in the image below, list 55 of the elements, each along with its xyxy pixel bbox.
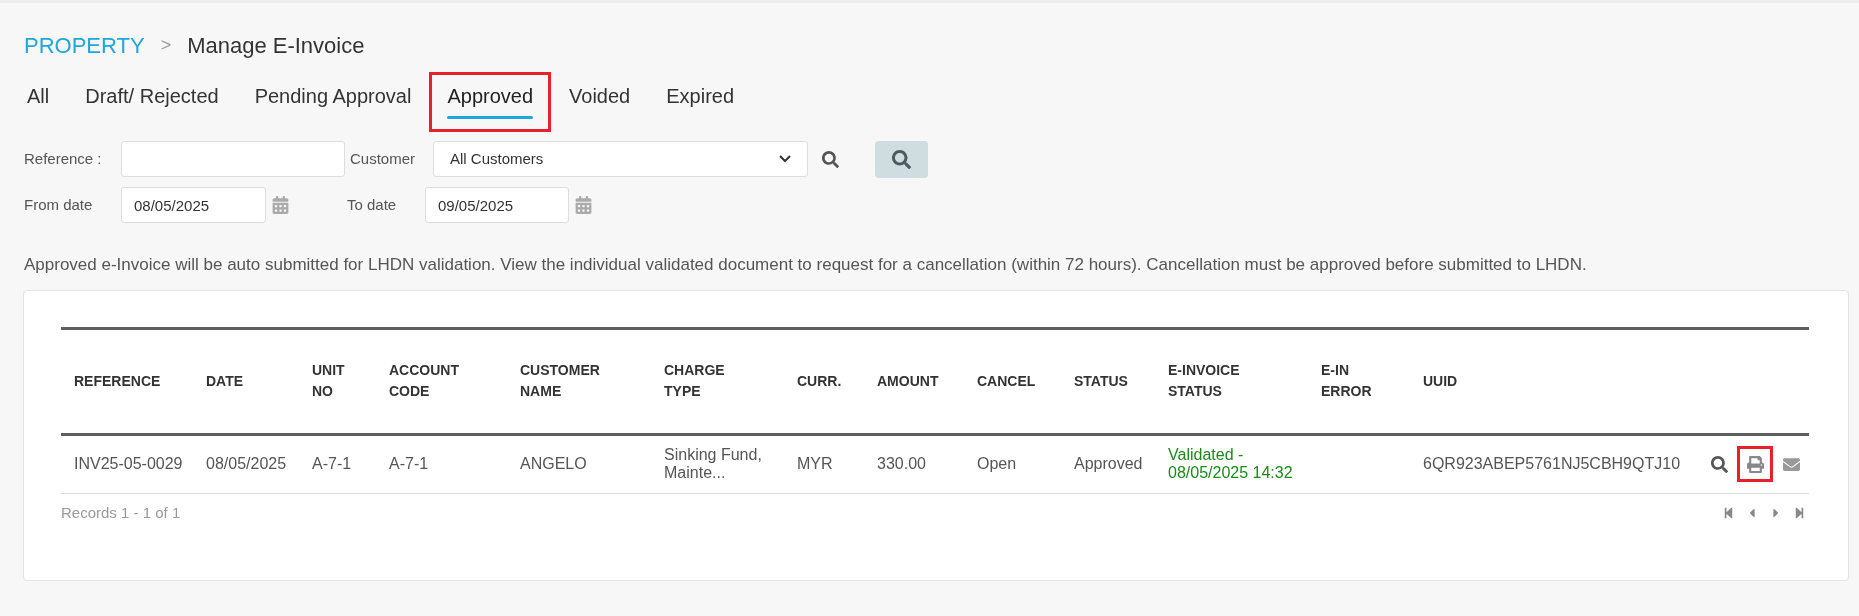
table-cell: ANGELO <box>507 434 651 493</box>
table-cell: Open <box>964 434 1061 493</box>
from-date-label: From date <box>24 194 94 215</box>
column-header: CHARGE TYPE <box>664 361 725 401</box>
column-header: E-IN ERROR <box>1321 361 1373 401</box>
column-header: DATE <box>206 371 244 391</box>
from-date-field[interactable]: 08/05/2025 <box>121 187 266 223</box>
column-header: CANCEL <box>977 371 1036 391</box>
envelope-icon <box>1782 455 1800 473</box>
calendar-icon[interactable] <box>272 196 289 214</box>
to-date-field[interactable]: 09/05/2025 <box>425 187 569 223</box>
search-icon[interactable] <box>822 150 839 168</box>
calendar-icon[interactable] <box>575 196 592 214</box>
column-header: AMOUNT <box>877 371 939 391</box>
table-cell: Sinking Fund, Mainte... <box>651 434 784 493</box>
print-button[interactable] <box>1737 446 1773 482</box>
table-cell: A-7-1 <box>376 434 507 493</box>
search-icon <box>1710 455 1728 473</box>
column-header: CUSTOMER NAME <box>520 361 600 401</box>
reference-field[interactable] <box>121 141 345 177</box>
info-text: Approved e-Invoice will be auto submitted for LHDN validation. View the individual validated document to request for a cancellation (within 72 hours). Cancellation must be approved before submitted to LHDN. <box>24 254 1588 276</box>
column-header: UUID <box>1423 371 1458 391</box>
to-date-label: To date <box>347 194 398 215</box>
table-cell: INV25-05-0029 <box>61 434 193 493</box>
last-page-icon[interactable] <box>1794 506 1805 519</box>
search-icon <box>892 149 911 169</box>
breadcrumb-separator: > <box>160 34 172 57</box>
table-cell: MYR <box>784 434 864 493</box>
column-header: E-INVOICE STATUS <box>1168 361 1241 401</box>
tab[interactable]: Draft/ Rejected <box>67 72 237 132</box>
search-button[interactable] <box>875 140 928 178</box>
tab[interactable]: Pending Approval <box>236 72 430 132</box>
column-header: STATUS <box>1074 371 1128 391</box>
page-title: Manage E-Invoice <box>187 32 365 60</box>
table-cell: Validated - 08/05/2025 14:32 <box>1155 434 1308 493</box>
column-header: CURR. <box>797 371 842 391</box>
table-cell: 330.00 <box>864 434 964 493</box>
table-cell: 6QR923ABEP5761NJ5CBH9QTJ10 <box>1410 434 1700 493</box>
table-cell: Approved <box>1061 434 1155 493</box>
records-count: Records 1 - 1 of 1 <box>61 502 181 523</box>
tab[interactable]: Voided <box>551 72 649 132</box>
table-cell: 08/05/2025 <box>193 434 299 493</box>
column-header: ACCOUNT CODE <box>389 361 459 401</box>
tab[interactable]: Expired <box>648 72 753 132</box>
tab[interactable]: Approved <box>429 72 552 132</box>
first-page-icon[interactable] <box>1723 506 1734 519</box>
column-header: UNIT NO <box>312 361 345 401</box>
tab[interactable]: All <box>24 72 68 132</box>
customer-select[interactable]: All Customers <box>433 141 808 177</box>
reference-label: Reference : <box>24 148 103 169</box>
chevron-down-icon <box>779 155 791 163</box>
printer-icon <box>1746 455 1764 473</box>
column-header: REFERENCE <box>74 371 161 391</box>
customer-label: Customer <box>350 148 417 169</box>
table-cell: A-7-1 <box>299 434 376 493</box>
